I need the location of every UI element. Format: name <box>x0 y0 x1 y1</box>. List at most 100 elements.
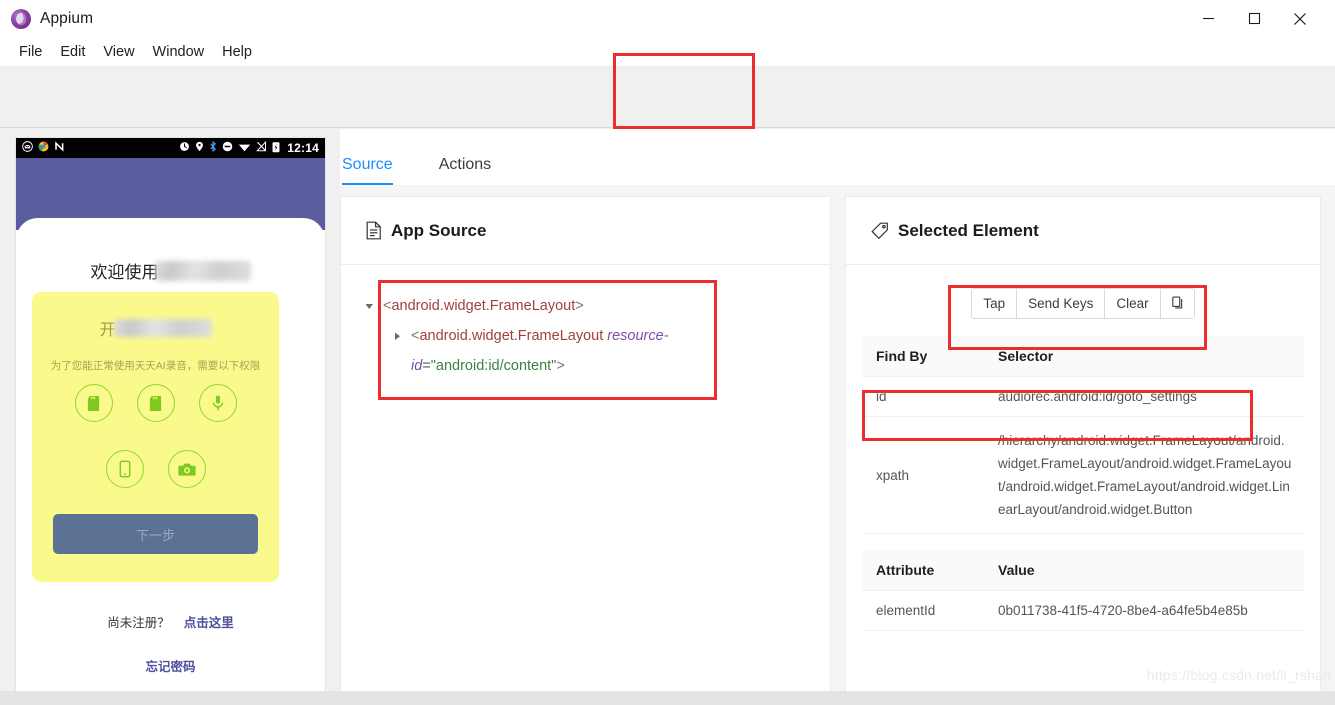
selector-row-value: /hierarchy/android.widget.FrameLayout/an… <box>984 416 1304 534</box>
device-welcome-title: 欢迎使用 <box>90 263 159 282</box>
caret-right-icon[interactable] <box>393 321 411 351</box>
menu-item-edit[interactable]: Edit <box>51 41 94 63</box>
table-row[interactable]: elementId 0b011738-41f5-4720-8be4-a64fe5… <box>862 590 1304 631</box>
attribute-row-value: 0b011738-41f5-4720-8be4-a64fe5b4e85b <box>984 590 1304 631</box>
device-permission-description: 为了您能正常使用天天AI录音，需要以下权限 <box>50 360 261 372</box>
window-title: Appium <box>40 9 94 27</box>
camera-icon <box>167 450 206 488</box>
attributes-header-attribute: Attribute <box>862 550 984 591</box>
device-welcome-title-blur <box>154 260 251 281</box>
toolbar <box>0 66 1335 188</box>
device-register-row: 尚未注册？ 点击这里 <box>16 612 325 631</box>
menu-item-help[interactable]: Help <box>213 41 261 63</box>
close-icon[interactable] <box>1277 0 1323 38</box>
signal-off-icon <box>256 140 267 155</box>
tab-actions[interactable]: Actions <box>439 156 509 185</box>
table-row[interactable]: xpath /hierarchy/android.widget.FrameLay… <box>862 416 1304 534</box>
inspector-tabs: Source Actions <box>340 129 1335 185</box>
source-node-tag: android.widget.FrameLayout <box>391 298 576 314</box>
copy-icon <box>1170 295 1185 313</box>
device-status-bar: 12:14 <box>16 138 325 158</box>
selectors-header-selector: Selector <box>984 336 1304 377</box>
selectors-table-wrap: Find By Selector id audiorec.android:id/… <box>846 336 1320 631</box>
sd-card-icon <box>74 384 113 422</box>
phone-icon <box>105 450 144 488</box>
device-register-link[interactable]: 点击这里 <box>184 612 234 631</box>
do-not-disturb-icon <box>222 141 233 155</box>
sync-icon <box>179 141 190 155</box>
device-screen[interactable]: 12:14 欢迎使用 开 为了您能正常使用天天AI录音，需要以下权限 下一步 尚… <box>16 138 325 698</box>
device-permission-icon-row-2 <box>32 450 279 488</box>
maximize-icon[interactable] <box>1231 0 1277 38</box>
appium-inspector-window: Appium File Edit View Window Help 12:14 … <box>0 0 1335 705</box>
app-source-card: App Source <android.widget.FrameLayout> <box>341 197 830 697</box>
selected-element-card: Selected Element Tap Send Keys Clear Fin… <box>846 197 1320 697</box>
send-keys-button[interactable]: Send Keys <box>1017 289 1106 318</box>
device-permission-heading-blur <box>113 319 212 337</box>
selected-element-header: Selected Element <box>846 197 1320 265</box>
table-row[interactable]: id audiorec.android:id/goto_settings <box>862 376 1304 417</box>
menu-bar: File Edit View Window Help <box>0 38 1335 66</box>
inspector-pane: Source Actions App Source <android.widge… <box>340 129 1335 705</box>
battery-charging-icon <box>272 141 280 156</box>
chrome-icon <box>38 141 49 155</box>
source-node-tag: android.widget.FrameLayout <box>419 328 604 344</box>
attributes-table-header-row: Attribute Value <box>862 550 1304 591</box>
attributes-header-value: Value <box>984 550 1304 591</box>
device-permission-heading-row: 开 <box>32 316 279 340</box>
menu-item-view[interactable]: View <box>94 41 143 63</box>
device-permission-icon-row-1 <box>32 384 279 422</box>
wifi-icon <box>238 141 251 155</box>
window-controls <box>1185 0 1335 38</box>
title-bar: Appium <box>0 0 1335 38</box>
menu-item-window[interactable]: Window <box>144 41 214 63</box>
device-register-prompt: 尚未注册？ <box>107 616 170 630</box>
watermark: https://blog.csdn.net/li_rshan <box>1146 667 1331 683</box>
selector-row-find-by: id <box>862 376 984 417</box>
selector-row-value: audiorec.android:id/goto_settings <box>984 376 1304 417</box>
device-app-header <box>16 158 325 270</box>
sd-card-icon <box>136 384 175 422</box>
caret-down-icon[interactable] <box>365 291 383 321</box>
source-tree-node[interactable]: <android.widget.FrameLayout resource-id=… <box>365 321 812 381</box>
tap-button[interactable]: Tap <box>972 289 1018 318</box>
appium-logo-icon <box>11 8 31 29</box>
attribute-row-name: elementId <box>862 590 984 631</box>
device-forgot-password-link[interactable]: 忘记密码 <box>16 656 325 675</box>
device-welcome-title-row: 欢迎使用 <box>16 258 325 283</box>
tab-source[interactable]: Source <box>342 156 411 185</box>
bottom-strip <box>0 691 1335 705</box>
nfc-n-icon <box>54 141 65 155</box>
attributes-table: Attribute Value elementId 0b011738-41f5-… <box>862 550 1304 631</box>
tag-icon <box>871 222 889 240</box>
selector-row-find-by: xpath <box>862 416 984 534</box>
clear-button[interactable]: Clear <box>1105 289 1161 318</box>
copy-attributes-button[interactable] <box>1160 289 1194 318</box>
selected-element-title: Selected Element <box>898 220 1039 240</box>
element-action-button-group: Tap Send Keys Clear <box>972 289 1194 318</box>
mail-icon <box>22 141 33 155</box>
source-node-attr-value: "android:id/content" <box>430 358 557 374</box>
source-node-close-bracket: > <box>575 298 584 314</box>
source-node-attr-eq: = <box>422 358 431 374</box>
device-permission-card: 开 为了您能正常使用天天AI录音，需要以下权限 下一步 <box>32 292 279 582</box>
selected-element-actions: Tap Send Keys Clear <box>846 265 1320 336</box>
status-bar-time: 12:14 <box>287 141 319 155</box>
device-next-button[interactable]: 下一步 <box>53 514 258 554</box>
file-document-icon <box>366 221 382 240</box>
selectors-table: Find By Selector id audiorec.android:id/… <box>862 336 1304 534</box>
source-node-close-bracket: > <box>556 358 565 374</box>
selectors-header-find-by: Find By <box>862 336 984 377</box>
menu-item-file[interactable]: File <box>10 41 51 63</box>
location-icon <box>195 141 204 155</box>
device-app-body: 欢迎使用 开 为了您能正常使用天天AI录音，需要以下权限 下一步 尚未注册？ 点… <box>16 230 325 698</box>
source-tree-node[interactable]: <android.widget.FrameLayout> <box>365 291 812 321</box>
minimize-icon[interactable] <box>1185 0 1231 38</box>
bluetooth-icon <box>209 140 217 155</box>
selectors-table-header-row: Find By Selector <box>862 336 1304 377</box>
device-screenshot-pane: 12:14 欢迎使用 开 为了您能正常使用天天AI录音，需要以下权限 下一步 尚… <box>0 129 340 705</box>
inspector-cards: App Source <android.widget.FrameLayout> <box>340 185 1335 697</box>
microphone-icon <box>198 384 237 422</box>
app-source-title: App Source <box>391 220 487 240</box>
source-tree: <android.widget.FrameLayout> <android.wi… <box>341 265 830 381</box>
